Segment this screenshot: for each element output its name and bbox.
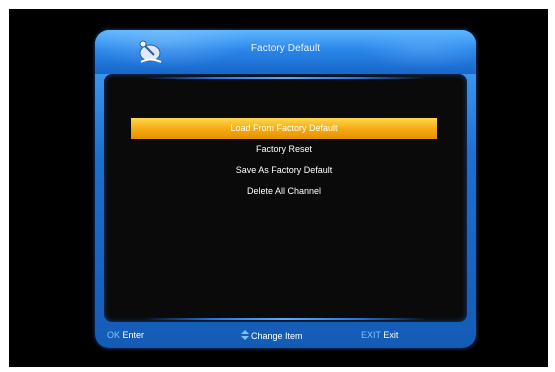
exit-label: Exit xyxy=(383,330,399,340)
menu-item-load-factory-default[interactable]: Load From Factory Default xyxy=(131,118,437,139)
footer-hints: OK Enter Change Item EXIT Exit xyxy=(95,322,476,348)
title-bar: Factory Default xyxy=(95,30,476,74)
ok-key-label: OK xyxy=(107,330,121,340)
window-title: Factory Default xyxy=(250,43,321,54)
menu-item-factory-reset[interactable]: Factory Reset xyxy=(131,139,437,160)
dialog-window: Factory Default Load From Factory Defaul… xyxy=(95,30,476,348)
exit-hint[interactable]: EXIT Exit xyxy=(361,330,398,340)
menu-item-save-factory-default[interactable]: Save As Factory Default xyxy=(131,160,437,181)
bottom-divider xyxy=(144,318,427,320)
menu-list: Load From Factory Default Factory Reset … xyxy=(131,118,437,202)
tv-screen: Factory Default Load From Factory Defaul… xyxy=(9,9,548,367)
menu-panel: Load From Factory Default Factory Reset … xyxy=(104,74,467,322)
change-item-label: Change Item xyxy=(251,331,303,341)
exit-key-label: EXIT xyxy=(361,330,381,340)
enter-label: Enter xyxy=(122,330,145,340)
top-divider xyxy=(144,77,427,79)
ok-enter-hint[interactable]: OK Enter xyxy=(107,330,144,340)
change-item-hint[interactable]: Change Item xyxy=(241,330,303,341)
up-down-arrow-icon xyxy=(241,330,249,340)
menu-item-delete-all-channel[interactable]: Delete All Channel xyxy=(131,181,437,202)
